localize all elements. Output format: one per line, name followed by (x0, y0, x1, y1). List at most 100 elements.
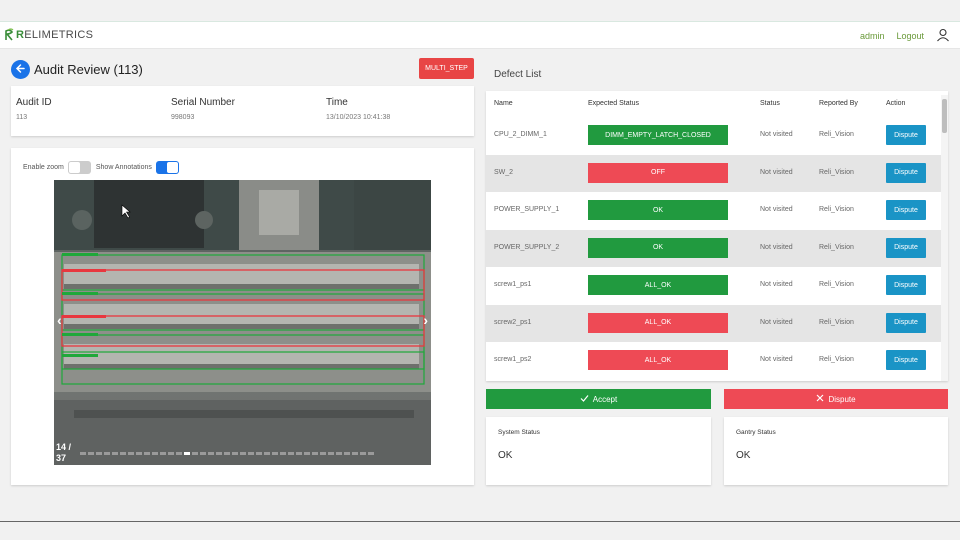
defect-table: Name Expected Status Status Reported By … (486, 91, 948, 381)
table-row: POWER_SUPPLY_1 OK Not visited Reli_Vision Di… (486, 192, 941, 229)
user-area: admin Logout (860, 28, 950, 44)
dispute-button[interactable]: Dispute (886, 237, 926, 258)
table-scrollbar[interactable] (941, 95, 948, 381)
serial-number-value: 998093 (171, 114, 195, 121)
progress-dot[interactable] (176, 452, 182, 455)
status-value: Not visited (760, 168, 793, 176)
enable-zoom-label: Enable zoom (23, 164, 64, 171)
dispute-button[interactable]: Dispute (886, 312, 926, 333)
progress-dot[interactable] (304, 452, 310, 455)
progress-dot[interactable] (344, 452, 350, 455)
progress-dot[interactable] (248, 452, 254, 455)
reported-by-value: Reli_Vision (819, 206, 854, 213)
progress-dot[interactable] (224, 452, 230, 455)
table-row: screw1_ps1 ALL_OK Not visited Reli_Vision Di… (486, 267, 941, 304)
progress-dot[interactable] (168, 452, 174, 455)
progress-dot[interactable] (160, 452, 166, 455)
progress-dot[interactable] (200, 452, 206, 455)
username[interactable]: admin (860, 31, 885, 41)
audit-id-field: Audit ID 113 (16, 97, 52, 121)
progress-dot[interactable] (280, 452, 286, 455)
defect-name: CPU_2_DIMM_1 (494, 131, 547, 138)
progress-dot[interactable] (144, 452, 150, 455)
expected-status-badge: OFF (588, 162, 728, 183)
system-status-label: System Status (498, 429, 540, 436)
dispute-button[interactable]: Dispute (886, 125, 926, 145)
chevron-left-icon[interactable]: ‹ (57, 312, 62, 328)
serial-number-label: Serial Number (171, 97, 235, 108)
audit-id-label: Audit ID (16, 97, 52, 108)
image-progress[interactable] (80, 452, 374, 455)
image-counter: 14 / 37 (56, 442, 78, 464)
table-row: screw2_ps1 ALL_OK Not visited Reli_Vision Di… (486, 304, 941, 342)
reported-by-value: Reli_Vision (819, 168, 854, 176)
reported-by-value: Reli_Vision (819, 318, 854, 326)
progress-dot[interactable] (184, 452, 190, 455)
scrollbar-thumb[interactable] (942, 99, 947, 133)
progress-dot[interactable] (120, 452, 126, 455)
time-field: Time 13/10/2023 10:41:38 (326, 97, 390, 121)
dispute-button[interactable]: Dispute (886, 275, 926, 295)
view-toggles: Enable zoom Show Annotations (23, 161, 184, 174)
defect-name: screw1_ps1 (494, 281, 532, 288)
progress-dot[interactable] (240, 452, 246, 455)
enable-zoom-toggle[interactable] (67, 161, 91, 174)
progress-dot[interactable] (320, 452, 326, 455)
defect-list-title: Defect List (494, 69, 542, 80)
progress-dot[interactable] (88, 452, 94, 455)
progress-dot[interactable] (232, 452, 238, 455)
counter-current: 14 / (56, 442, 72, 452)
progress-dot[interactable] (288, 452, 294, 455)
audit-id-value: 113 (16, 114, 28, 121)
progress-dot[interactable] (352, 452, 358, 455)
progress-dot[interactable] (152, 452, 158, 455)
progress-dot[interactable] (112, 452, 118, 455)
progress-dot[interactable] (256, 452, 262, 455)
image-card: Enable zoom Show Annotations ‹ › 14 / 37 (11, 148, 474, 485)
show-annotations-toggle[interactable] (155, 161, 179, 174)
logout-link[interactable]: Logout (896, 31, 924, 41)
expected-status-badge: DIMM_EMPTY_LATCH_CLOSED (588, 125, 728, 145)
arrow-left-icon (15, 61, 26, 79)
bottom-divider (0, 521, 960, 522)
chevron-right-icon[interactable]: › (423, 312, 428, 328)
progress-dot[interactable] (136, 452, 142, 455)
progress-dot[interactable] (264, 452, 270, 455)
progress-dot[interactable] (80, 452, 86, 455)
progress-dot[interactable] (328, 452, 334, 455)
progress-dot[interactable] (336, 452, 342, 455)
defect-name: POWER_SUPPLY_1 (494, 206, 560, 213)
multi-step-button[interactable]: MULTI_STEP (419, 58, 474, 79)
progress-dot[interactable] (312, 452, 318, 455)
defect-name: SW_2 (494, 168, 514, 176)
progress-dot[interactable] (128, 452, 134, 455)
brand-logo[interactable]: RELIMETRICS (4, 28, 93, 41)
progress-dot[interactable] (96, 452, 102, 455)
progress-dot[interactable] (192, 452, 198, 455)
back-button[interactable] (11, 60, 30, 79)
progress-dot[interactable] (360, 452, 366, 455)
column-expected-status: Expected Status (588, 100, 639, 107)
progress-dot[interactable] (208, 452, 214, 455)
progress-dot[interactable] (272, 452, 278, 455)
accept-button[interactable]: Accept (486, 389, 711, 409)
column-status: Status (760, 100, 780, 107)
status-value: Not visited (760, 281, 793, 288)
progress-dot[interactable] (368, 452, 374, 455)
user-icon[interactable] (936, 28, 950, 44)
progress-dot[interactable] (296, 452, 302, 455)
dispute-all-button[interactable]: Dispute (724, 389, 948, 409)
progress-dot[interactable] (104, 452, 110, 455)
inspection-image-viewer[interactable]: ‹ › 14 / 37 (54, 180, 431, 465)
dispute-button[interactable]: Dispute (886, 350, 926, 370)
time-label: Time (326, 97, 348, 108)
defect-name: screw2_ps1 (494, 318, 532, 326)
dispute-button[interactable]: Dispute (886, 162, 926, 183)
system-status-value: OK (498, 450, 513, 461)
gantry-status-value: OK (736, 450, 751, 461)
progress-dot[interactable] (216, 452, 222, 455)
dispute-button[interactable]: Dispute (886, 200, 926, 220)
show-annotations-label: Show Annotations (95, 164, 152, 171)
close-icon (816, 394, 824, 404)
accept-label: Accept (592, 394, 618, 404)
